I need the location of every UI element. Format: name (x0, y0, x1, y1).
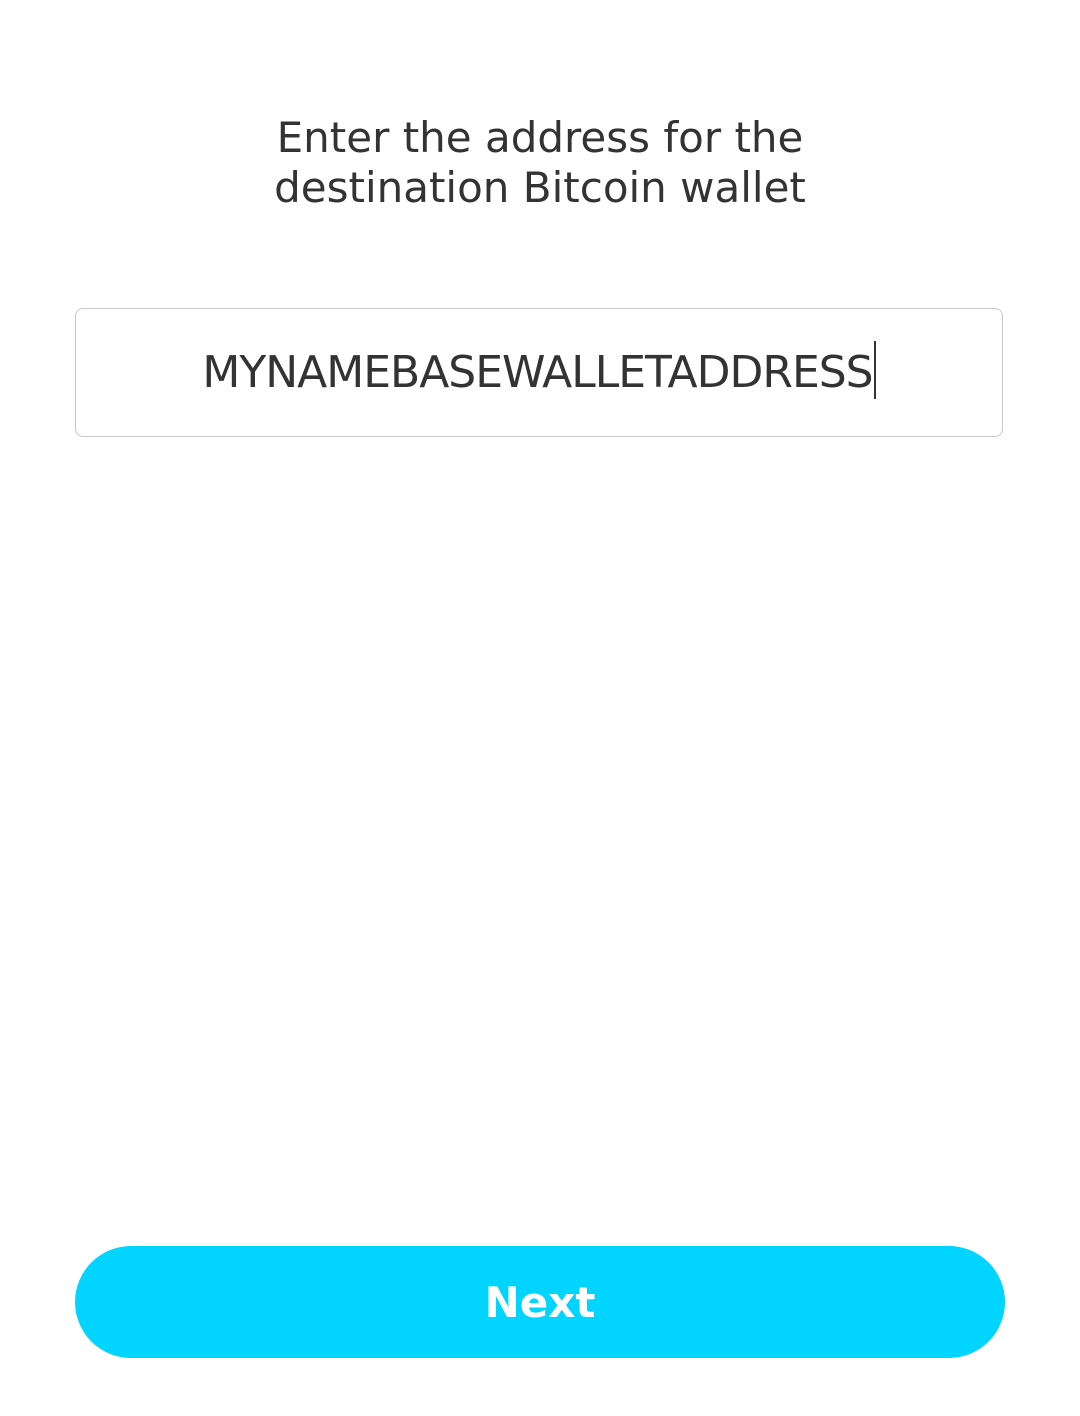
wallet-address-input[interactable]: MYNAMEBASEWALLETADDRESS (75, 308, 1003, 437)
page-title-line-2: destination Bitcoin wallet (274, 163, 806, 212)
next-button[interactable]: Next (75, 1246, 1005, 1358)
page-title-line-1: Enter the address for the (276, 113, 804, 162)
page-title: Enter the address for the destination Bi… (0, 113, 1080, 213)
wallet-address-value[interactable]: MYNAMEBASEWALLETADDRESS (202, 347, 873, 398)
text-cursor (873, 340, 876, 399)
